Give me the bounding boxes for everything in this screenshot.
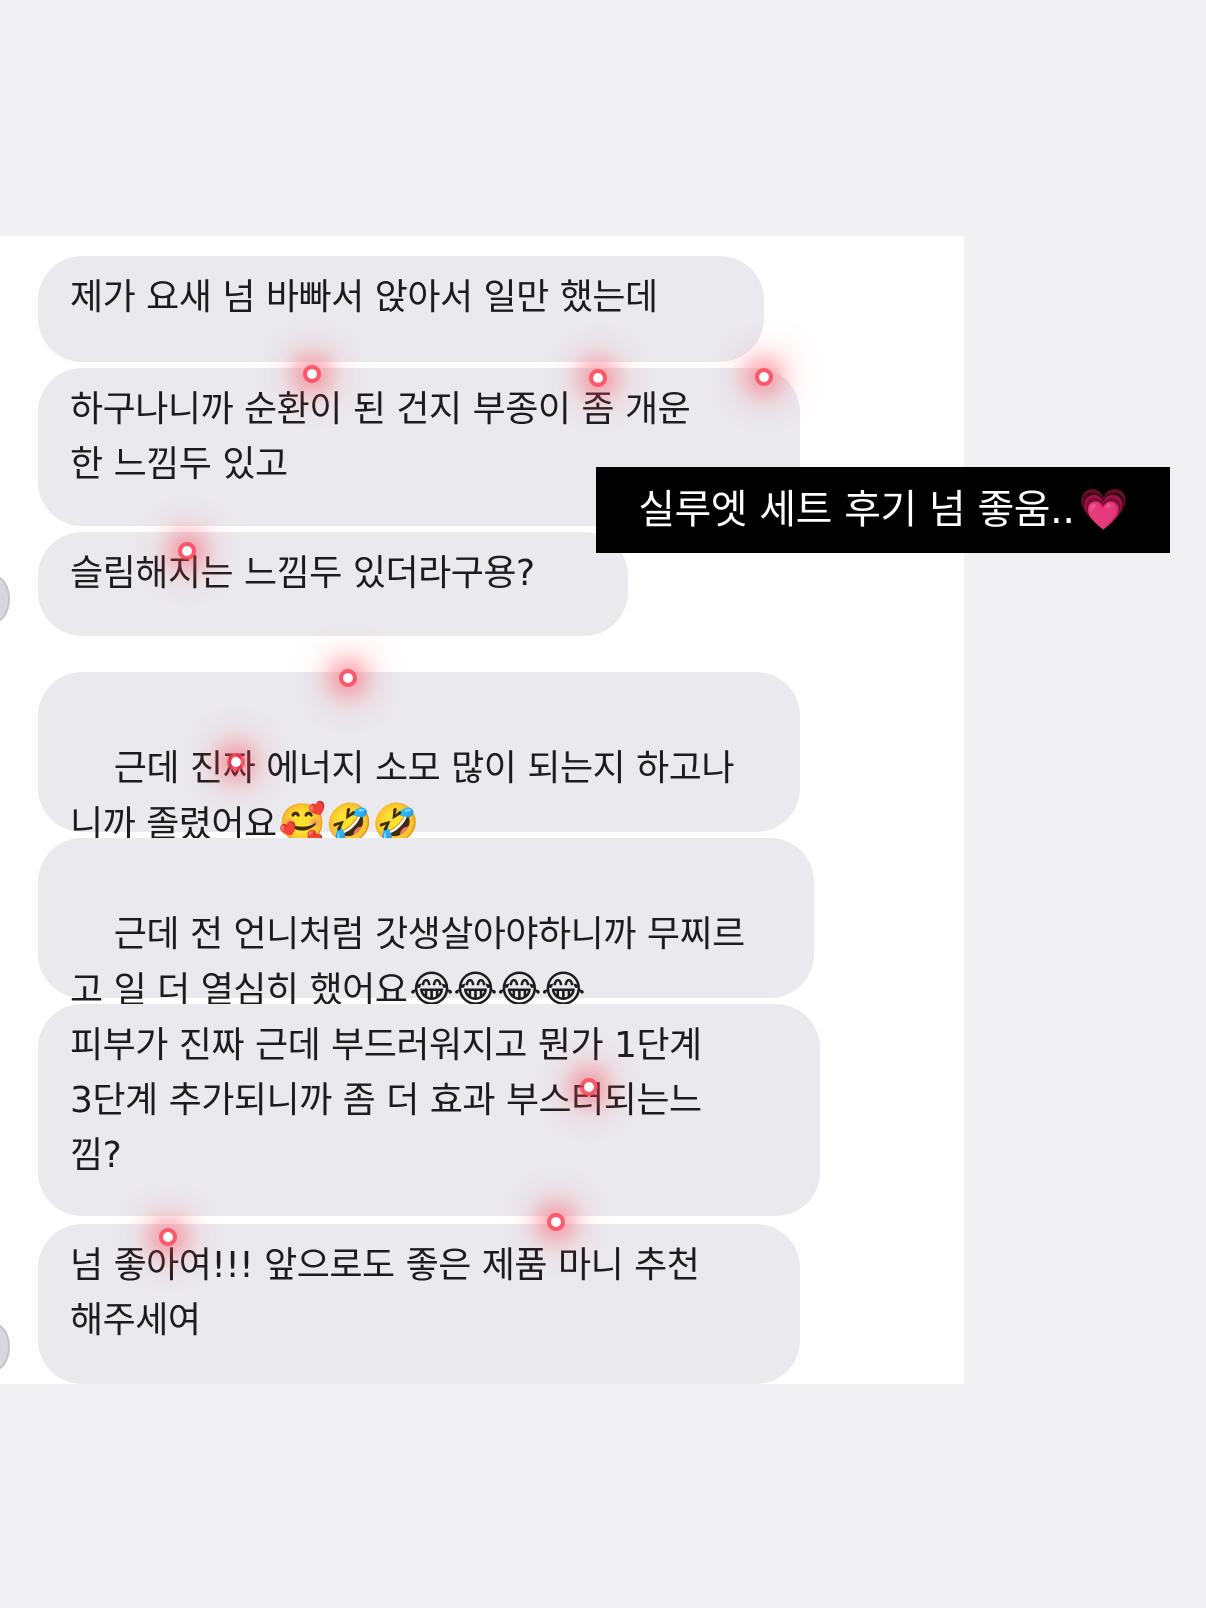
red-marker-icon <box>759 372 769 382</box>
message-bubble-3: 슬림해지는 느낌두 있더라구용? <box>38 532 628 636</box>
red-marker-icon <box>584 1082 594 1092</box>
red-marker-icon <box>163 1232 173 1242</box>
message-bubble-1: 제가 요새 넘 바빠서 앉아서 일만 했는데 <box>38 256 764 362</box>
caption-overlay: 실루엣 세트 후기 넘 좋움.. 💗 <box>596 467 1170 553</box>
red-marker-icon <box>231 757 241 767</box>
red-marker-icon <box>593 373 603 383</box>
message-bubble-6: 피부가 진짜 근데 부드러워지고 뭔가 1단계 3단계 추가되니까 좀 더 효과… <box>38 1004 820 1216</box>
red-marker-icon <box>343 673 353 683</box>
red-marker-icon <box>551 1217 561 1227</box>
heart-icon: 💗 <box>1078 487 1128 533</box>
caption-text: 실루엣 세트 후기 넘 좋움.. <box>638 487 1075 533</box>
message-bubble-4: 근데 진짜 에너지 소모 많이 되는지 하고나 니까 졸렸어요🥰🤣🤣 <box>38 672 800 845</box>
message-bubble-5: 근데 전 언니처럼 갓생살아야하니까 무찌르 고 일 더 열심히 했어요😂😂😂😂 <box>38 838 814 1011</box>
red-marker-icon <box>182 546 192 556</box>
chat-card: 제가 요새 넘 바빠서 앉아서 일만 했는데 하구나니까 순환이 된 건지 부종… <box>0 236 964 1384</box>
avatar[interactable] <box>0 575 10 623</box>
avatar[interactable] <box>0 1323 10 1371</box>
message-bubble-7: 넘 좋아여!!! 앞으로도 좋은 제품 마니 추천 해주세여 <box>38 1224 800 1384</box>
message-text: 근데 전 언니처럼 갓생살아야하니까 무찌르 고 일 더 열심히 했어요 <box>70 914 745 1011</box>
red-marker-icon <box>307 369 317 379</box>
